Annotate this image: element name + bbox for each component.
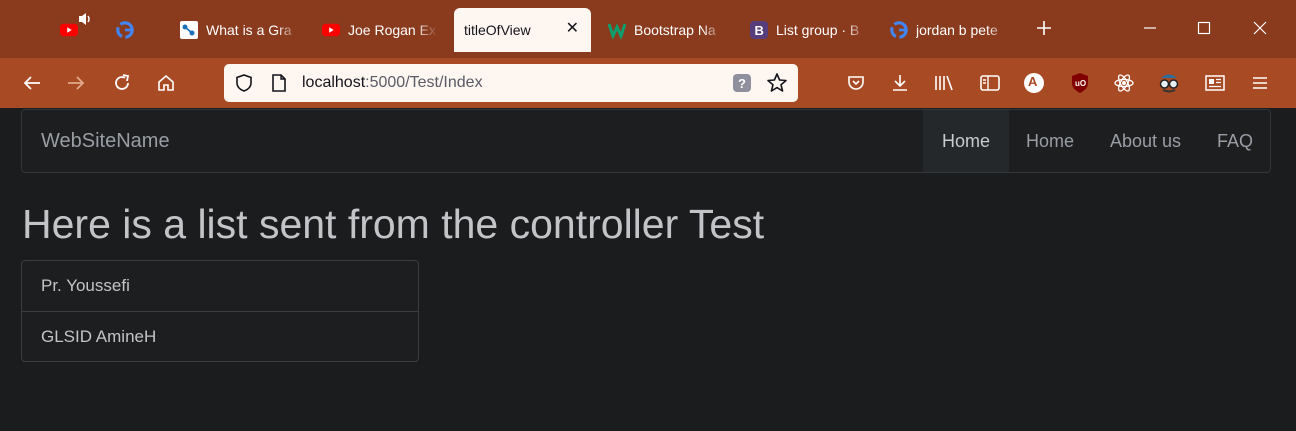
downloads-button[interactable] — [886, 69, 914, 97]
nav-faq[interactable]: FAQ — [1198, 110, 1272, 172]
menu-button[interactable] — [1246, 69, 1274, 97]
reader-view-button[interactable] — [976, 69, 1004, 97]
hamburger-icon — [1253, 77, 1267, 89]
list-group: Pr. Youssefi GLSID AmineH — [21, 260, 419, 362]
library-button[interactable] — [930, 69, 958, 97]
download-icon — [893, 75, 907, 91]
speaker-icon[interactable] — [78, 12, 92, 29]
avatar-letter: A — [1028, 74, 1038, 89]
react-devtools-button[interactable] — [1110, 69, 1138, 97]
plus-icon — [1037, 21, 1051, 35]
glasses-icon — [1159, 74, 1179, 93]
news-button[interactable] — [1201, 69, 1229, 97]
tab-title: jordan b pete — [916, 22, 998, 38]
close-icon — [1253, 21, 1267, 35]
maximize-icon — [1197, 21, 1211, 35]
home-icon — [158, 74, 174, 91]
tab-title: titleOfView — [464, 22, 531, 38]
tab-jordan-peterson[interactable]: jordan b pete — [890, 8, 1014, 52]
extension-button[interactable] — [1155, 69, 1183, 97]
tab-active[interactable]: titleOfView ✕ — [454, 8, 591, 52]
library-icon — [935, 75, 953, 91]
reload-button[interactable] — [108, 69, 136, 97]
close-icon[interactable]: ✕ — [566, 20, 579, 38]
nav-about-us[interactable]: About us — [1091, 110, 1200, 172]
browser-toolbar: localhost:5000/Test/Index ? A uO — [0, 58, 1296, 108]
arrow-right-icon — [68, 76, 85, 90]
tab-bootstrap-nav[interactable]: Bootstrap Na — [608, 8, 726, 52]
w-icon — [608, 21, 626, 39]
page-icon[interactable] — [270, 73, 288, 98]
close-window-button[interactable] — [1246, 14, 1274, 42]
newspaper-icon — [1205, 75, 1225, 91]
maximize-button[interactable] — [1190, 14, 1218, 42]
url-bar[interactable]: localhost:5000/Test/Index ? — [224, 64, 798, 102]
page-heading: Here is a list sent from the controller … — [22, 201, 765, 247]
tab-title: List group · B — [776, 22, 860, 38]
help-icon[interactable]: ? — [732, 73, 752, 98]
nav-home-active[interactable]: Home — [923, 110, 1010, 172]
pocket-icon — [848, 76, 864, 90]
forward-button[interactable] — [62, 69, 90, 97]
sidebar-icon — [980, 75, 1000, 91]
svg-text:B: B — [755, 23, 764, 38]
tab-list-group[interactable]: B List group · B — [750, 8, 872, 52]
ublock-icon: uO — [1072, 73, 1088, 93]
back-button[interactable] — [18, 69, 46, 97]
tab-graph[interactable]: What is a Gra — [180, 8, 304, 52]
arrow-left-icon — [23, 76, 40, 90]
list-item: Pr. Youssefi — [41, 276, 130, 295]
list-item: GLSID AmineH — [22, 311, 418, 361]
tab-youtube-audio[interactable] — [60, 8, 96, 52]
minimize-icon — [1144, 27, 1156, 29]
tab-title: Joe Rogan Ex — [348, 22, 436, 38]
google-icon — [116, 21, 134, 39]
reload-icon — [115, 74, 130, 90]
bootstrap-icon: B — [750, 21, 768, 39]
bookmark-star-icon[interactable] — [766, 72, 788, 99]
minimize-button[interactable] — [1136, 14, 1164, 42]
pocket-button[interactable] — [842, 69, 870, 97]
shield-icon[interactable] — [234, 73, 254, 98]
nav-home[interactable]: Home — [1007, 110, 1093, 172]
tab-joe-rogan[interactable]: Joe Rogan Ex — [322, 8, 444, 52]
url-text[interactable]: localhost:5000/Test/Index — [302, 74, 483, 92]
tab-strip: What is a Gra Joe Rogan Ex titleOfView ✕… — [0, 0, 1296, 58]
tab-google[interactable] — [116, 8, 146, 52]
svg-text:?: ? — [738, 76, 746, 91]
site-icon — [180, 21, 198, 39]
site-navbar: WebSiteName Home Home About us FAQ — [21, 109, 1271, 173]
react-icon — [1114, 74, 1134, 92]
youtube-icon — [322, 21, 340, 39]
new-tab-button[interactable] — [1030, 14, 1058, 42]
ublock-button[interactable]: uO — [1066, 69, 1094, 97]
account-button[interactable]: A — [1020, 69, 1048, 97]
home-button[interactable] — [152, 69, 180, 97]
youtube-icon — [60, 21, 78, 39]
tab-title: Bootstrap Na — [634, 22, 716, 38]
google-icon — [890, 21, 908, 39]
page-content: WebSiteName Home Home About us FAQ Here … — [0, 108, 1296, 431]
svg-text:uO: uO — [1075, 79, 1086, 88]
brand-link[interactable]: WebSiteName — [41, 130, 170, 153]
tab-title: What is a Gra — [206, 22, 292, 38]
